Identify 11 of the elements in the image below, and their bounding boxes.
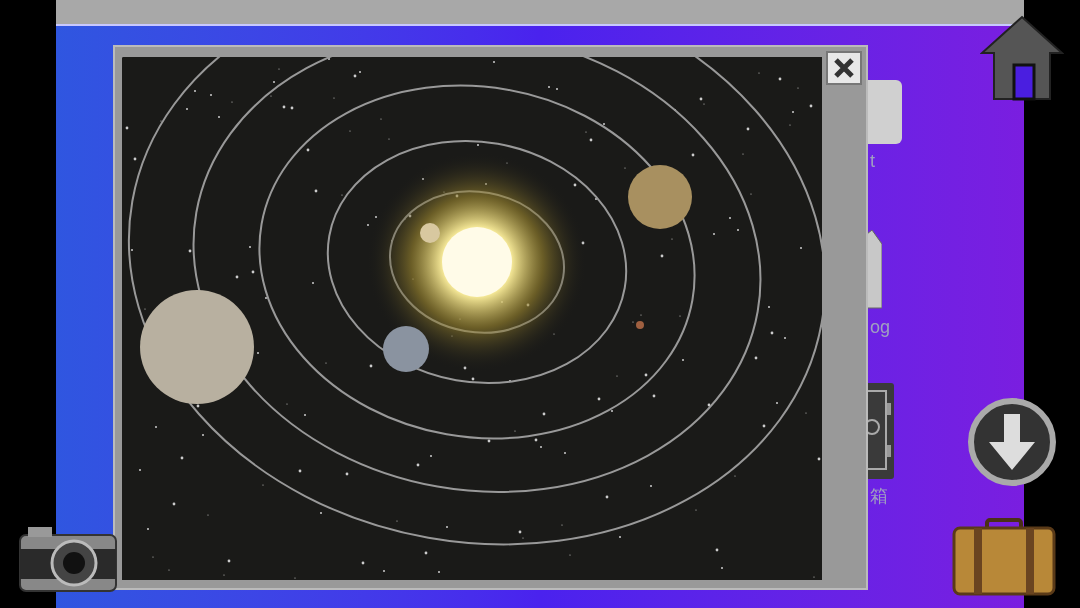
down-arrow-icon	[989, 414, 1035, 470]
icon-label: og	[869, 316, 891, 339]
home-button[interactable]	[980, 15, 1064, 101]
camera-button[interactable]	[18, 525, 118, 593]
suitcase-icon	[952, 518, 1056, 596]
icon-label: t	[869, 150, 875, 173]
suitcase-button[interactable]	[952, 518, 1056, 596]
close-button[interactable]	[826, 51, 862, 85]
close-icon	[833, 57, 855, 79]
icon-label: 箱	[869, 485, 888, 508]
home-icon	[980, 15, 1064, 101]
